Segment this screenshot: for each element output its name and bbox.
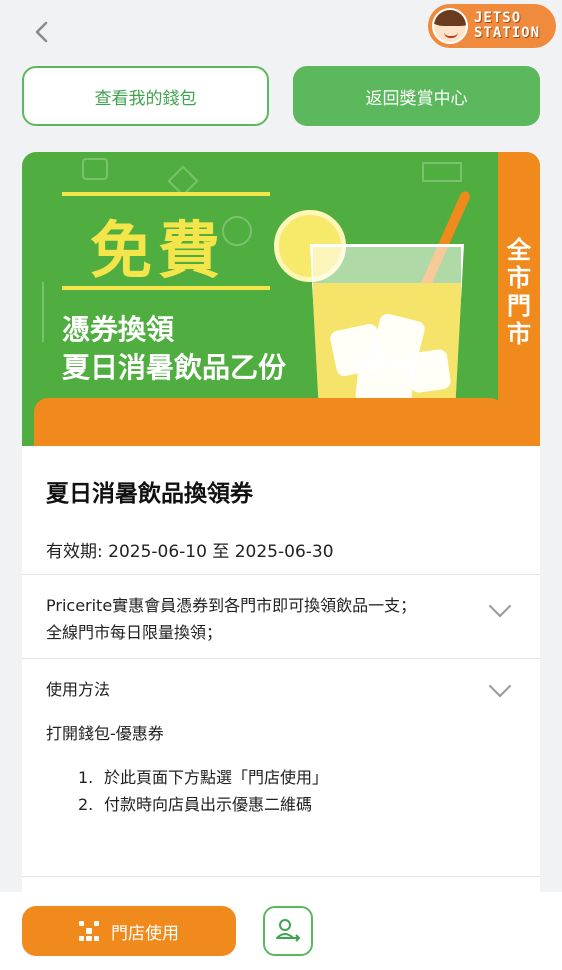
banner-top-rule xyxy=(62,192,270,196)
back-button[interactable] xyxy=(32,18,56,46)
banner-line1: 憑券換領 xyxy=(62,313,175,346)
all-stores-label: 全市門市 xyxy=(507,236,531,348)
top-bar: JETSO STATION xyxy=(0,0,562,62)
banner-bottom-rule xyxy=(62,286,270,290)
bottom-action-bar: 門店使用 xyxy=(0,892,562,970)
chevron-left-icon xyxy=(35,21,48,43)
divider xyxy=(22,876,540,877)
coupon-title: 夏日消暑飲品換領券 xyxy=(46,481,253,507)
list-item: 1. 於此頁面下方點選「門店使用」 xyxy=(78,768,329,787)
usage-header[interactable]: 使用方法 xyxy=(46,676,110,700)
divider xyxy=(22,658,540,659)
qr-code-icon xyxy=(79,921,99,941)
divider xyxy=(22,574,540,575)
view-wallet-button[interactable]: 查看我的錢包 xyxy=(22,66,269,126)
transfer-coupon-button[interactable] xyxy=(263,906,313,956)
use-in-store-button[interactable]: 門店使用 xyxy=(22,906,236,956)
drink-glass-icon xyxy=(310,244,464,416)
chevron-down-icon[interactable] xyxy=(488,674,512,698)
free-label: 免費 xyxy=(90,214,227,287)
coupon-description[interactable]: Pricerite實惠會員憑券到各門市即可換領飲品一支； 全線門市每日限量換領； xyxy=(46,592,476,646)
validity-period: 有效期: 2025-06-10 至 2025-06-30 xyxy=(46,542,334,562)
description-line1: Pricerite實惠會員憑券到各門市即可換領飲品一支； xyxy=(46,596,417,615)
watermark-line1: JETSO xyxy=(474,10,522,26)
watermark-line2: STATION xyxy=(474,25,541,41)
action-buttons: 查看我的錢包 返回獎賞中心 xyxy=(22,66,540,126)
back-to-rewards-button[interactable]: 返回獎賞中心 xyxy=(293,66,540,126)
description-line2: 全線門市每日限量換領； xyxy=(46,623,223,642)
transfer-user-icon xyxy=(276,919,301,942)
use-in-store-label: 門店使用 xyxy=(111,923,179,944)
chevron-down-icon[interactable] xyxy=(488,594,512,618)
banner-line2: 夏日消暑飲品乙份 xyxy=(62,351,287,384)
coupon-card: 免費 憑券換領 夏日消暑飲品乙份 全市門市 夏日消暑飲品換領券 有效期: 202… xyxy=(22,152,540,912)
list-item: 2. 付款時向店員出示優惠二維碼 xyxy=(78,795,313,814)
coupon-banner: 免費 憑券換領 夏日消暑飲品乙份 全市門市 xyxy=(22,152,540,446)
usage-steps: 1. 於此頁面下方點選「門店使用」 2. 付款時向店員出示優惠二維碼 xyxy=(78,764,328,818)
usage-intro: 打開錢包-優惠券 xyxy=(46,724,164,743)
jetso-station-watermark: JETSO STATION xyxy=(428,4,556,48)
watermark-avatar-icon xyxy=(432,8,468,44)
banner-side-strip: 全市門市 xyxy=(498,152,540,446)
